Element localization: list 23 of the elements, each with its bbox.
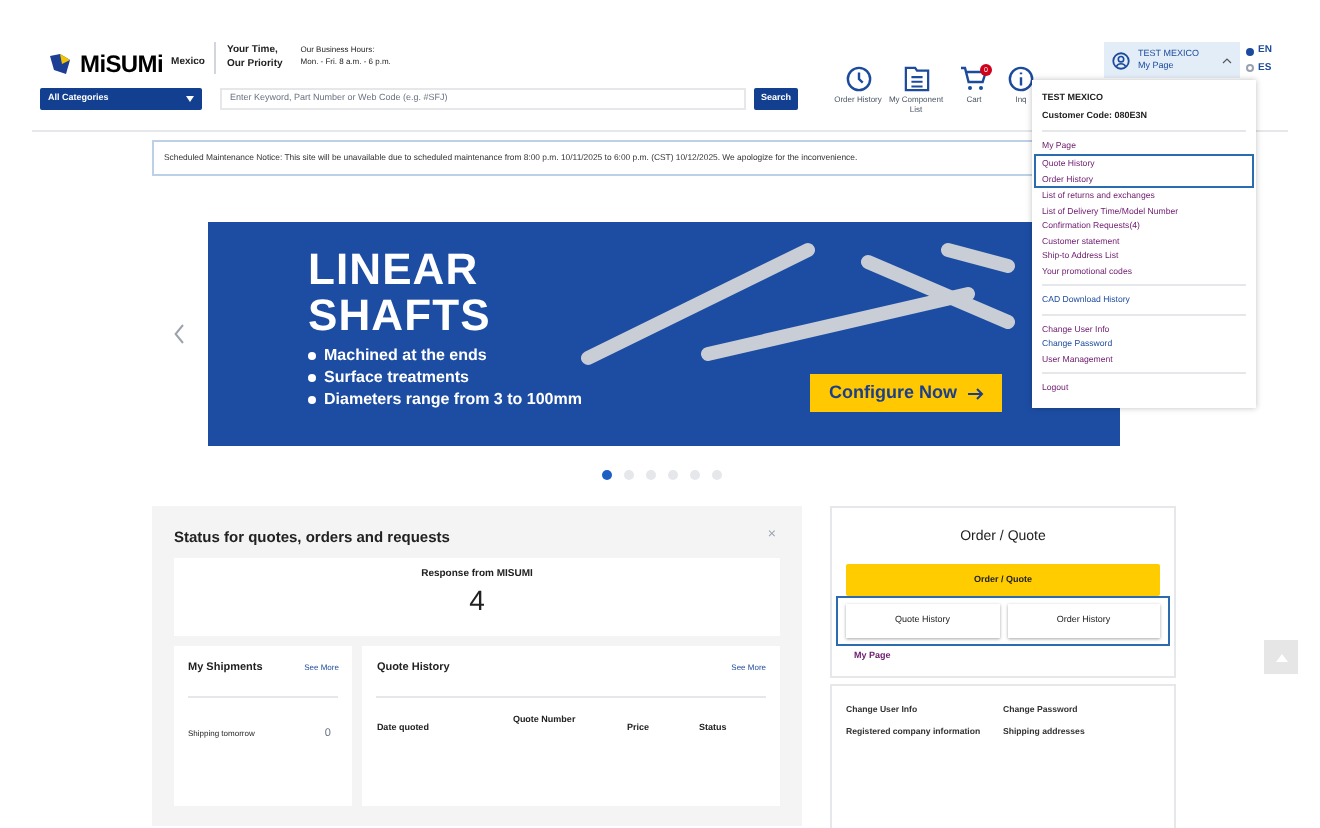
user-icon [1112,51,1131,69]
arrow-right-icon [967,387,983,399]
banner-title: SHAFTS [308,292,493,338]
banner-bullet: Diameters range from 3 to 100mm [324,390,582,410]
clock-icon [845,66,871,92]
document-icon [903,66,929,92]
bullet-icon [308,374,316,382]
banner-title: LINEAR [308,246,481,292]
language-radio[interactable] [1246,64,1255,73]
logo-icon [48,52,72,76]
brand-logo[interactable]: MiSUMi [80,46,164,82]
caret-icon [1222,57,1233,63]
scroll-top-button[interactable] [1264,640,1298,674]
cart-icon [960,66,988,92]
caret-down-icon [186,96,194,102]
info-icon [1008,66,1034,92]
bullet-icon [308,396,316,404]
banner-bullet: Machined at the ends [324,346,487,366]
configure-button[interactable]: Configure Now [810,374,1002,412]
language-radio[interactable] [1246,47,1255,56]
response-count: 4 [469,583,485,616]
bullet-icon [308,352,316,360]
banner-bullet: Surface treatments [324,368,469,388]
